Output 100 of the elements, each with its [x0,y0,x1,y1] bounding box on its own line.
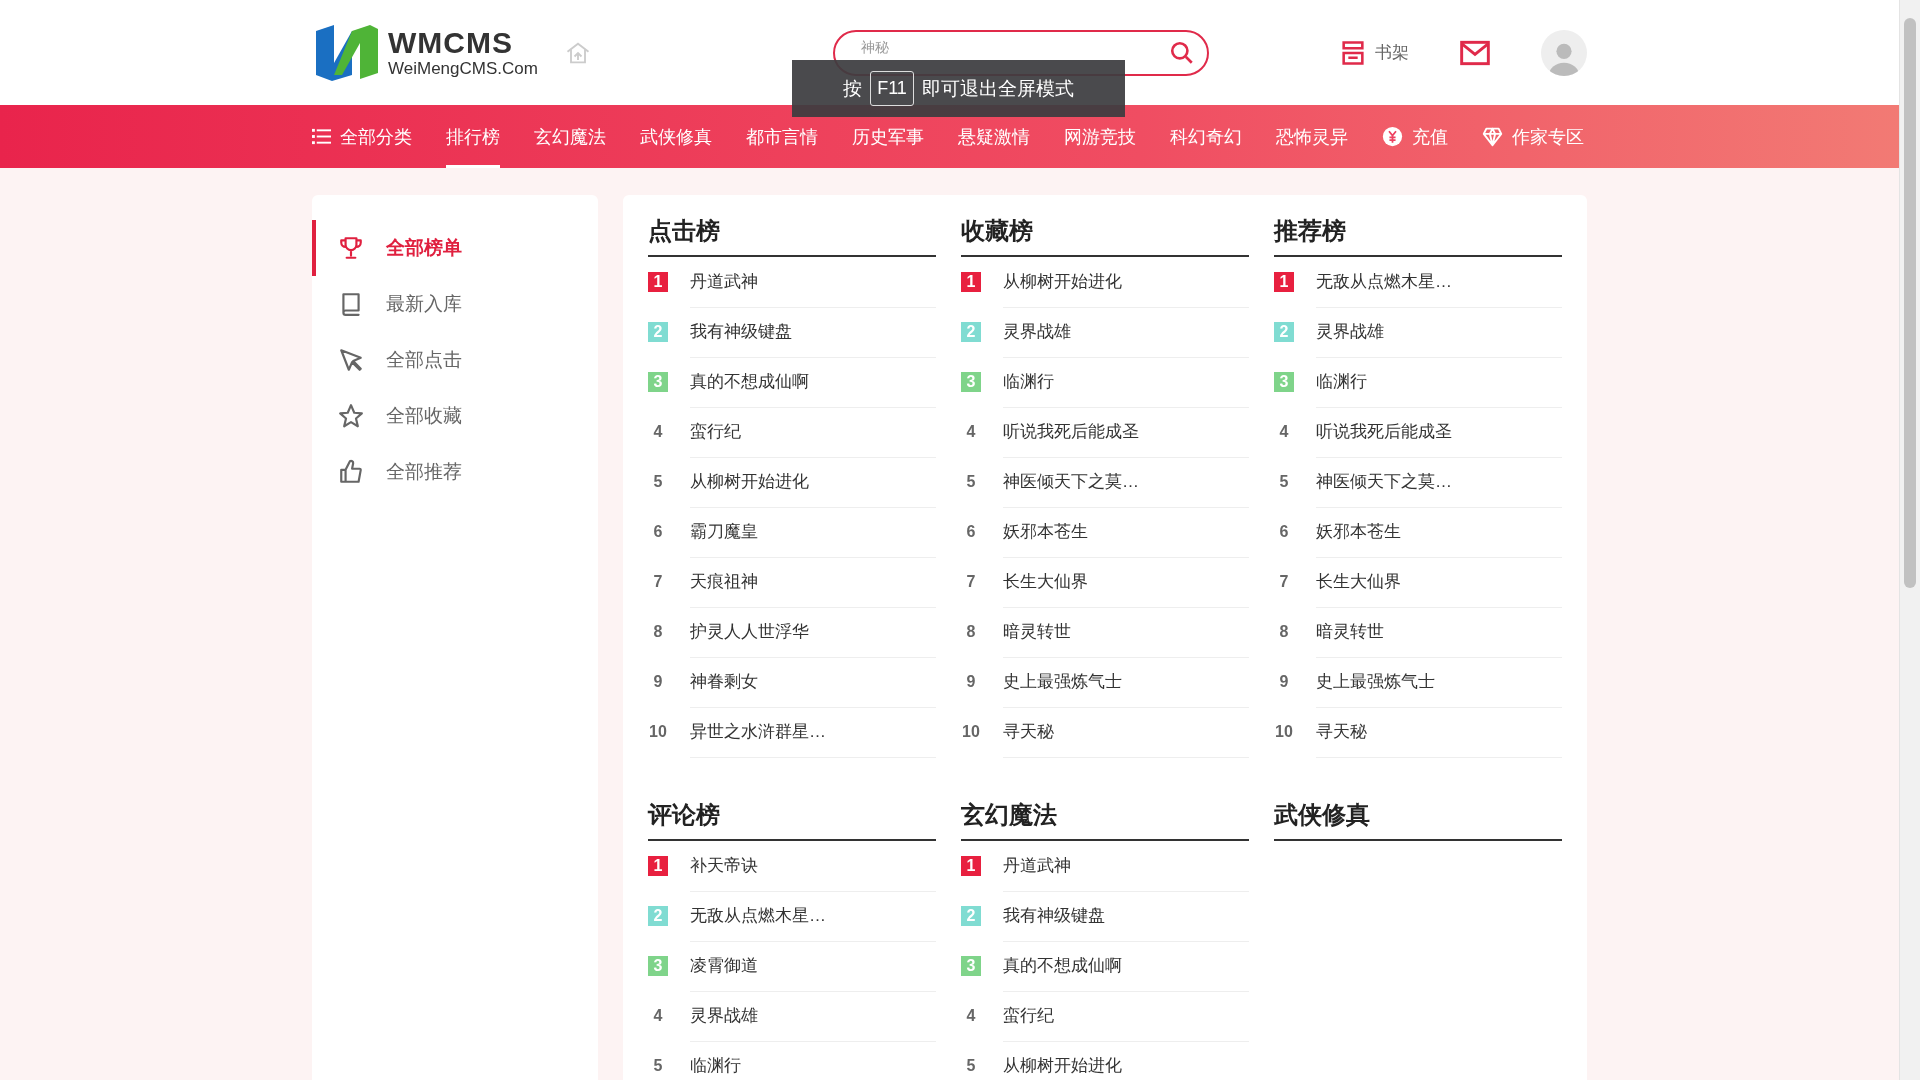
key-label: F11 [870,71,914,106]
rank-number: 6 [965,522,977,542]
sidebar-item[interactable]: 最新入库 [312,276,598,332]
rank-number: 7 [652,572,664,592]
book-title-link[interactable]: 蛮行纪 [1003,990,1249,1042]
nav-link[interactable]: 全部分类 [312,105,412,168]
sidebar-item[interactable]: 全部点击 [312,332,598,388]
rank-number: 1 [961,272,981,292]
book-title-link[interactable]: 真的不想成仙啊 [690,356,936,408]
nav-link[interactable]: 玄幻魔法 [534,105,606,168]
rank-number: 3 [961,372,981,392]
book-title-link[interactable]: 神医倾天下之莫… [1316,456,1562,508]
book-title-link[interactable]: 丹道武神 [1003,840,1249,892]
nav-link[interactable]: 都市言情 [746,105,818,168]
rank-number: 5 [965,472,977,492]
trophy-icon [338,235,364,261]
rank-number: 4 [965,422,977,442]
book-title-link[interactable]: 我有神级键盘 [690,306,936,358]
yen-coin-icon [1382,126,1403,147]
book-title-link[interactable]: 凌霄御道 [690,940,936,992]
rank-number: 1 [961,856,981,876]
book-title-link[interactable]: 长生大仙界 [1003,556,1249,608]
rank-number: 4 [965,1006,977,1026]
rank-number: 7 [1278,572,1290,592]
book-title-link[interactable]: 异世之水浒群星… [690,706,936,758]
book-title-link[interactable]: 霸刀魔皇 [690,506,936,558]
diamond-icon [1482,126,1503,147]
rank-number: 5 [652,1056,664,1076]
book-title-link[interactable]: 从柳树开始进化 [1003,1040,1249,1080]
book-title-link[interactable]: 从柳树开始进化 [1003,256,1249,308]
sidebar-item[interactable]: 全部收藏 [312,388,598,444]
rank-number: 5 [1278,472,1290,492]
book-title-link[interactable]: 护灵人人世浮华 [690,606,936,658]
rank-number: 4 [652,1006,664,1026]
rank-number: 9 [652,672,664,692]
book-title-link[interactable]: 灵界战雄 [1003,306,1249,358]
book-title-link[interactable]: 丹道武神 [690,256,936,308]
rank-number: 4 [652,422,664,442]
logo-domain: WeiMengCMS.Com [388,58,538,79]
book-title-link[interactable]: 临渊行 [690,1040,936,1080]
section-title: 收藏榜 [961,215,1249,257]
book-title-link[interactable]: 无敌从点燃木星… [1316,256,1562,308]
rank-number: 2 [648,906,668,926]
book-title-link[interactable]: 天痕祖神 [690,556,936,608]
nav-link[interactable]: 武侠修真 [640,105,712,168]
rank-number: 9 [965,672,977,692]
book-title-link[interactable]: 寻天秘 [1316,706,1562,758]
book-title-link[interactable]: 神眷剩女 [690,656,936,708]
book-title-link[interactable]: 寻天秘 [1003,706,1249,758]
book-title-link[interactable]: 史上最强炼气士 [1316,656,1562,708]
rank-number: 1 [1274,272,1294,292]
rank-number: 6 [652,522,664,542]
nav-link[interactable]: 排行榜 [446,105,500,168]
book-title-link[interactable]: 长生大仙界 [1316,556,1562,608]
rank-number: 3 [961,956,981,976]
book-title-link[interactable]: 我有神级键盘 [1003,890,1249,942]
book-title-link[interactable]: 补天帝诀 [690,840,936,892]
book-title-link[interactable]: 真的不想成仙啊 [1003,940,1249,992]
sidebar-item[interactable]: 全部推荐 [312,444,598,500]
rank-number: 8 [1278,622,1290,642]
section-title: 评论榜 [648,799,936,841]
rank-number: 5 [652,472,664,492]
book-title-link[interactable]: 灵界战雄 [1316,306,1562,358]
book-title-link[interactable]: 临渊行 [1316,356,1562,408]
sidebar-item[interactable]: 全部榜单 [312,220,598,276]
book-title-link[interactable]: 史上最强炼气士 [1003,656,1249,708]
book-title-link[interactable]: 无敌从点燃木星… [690,890,936,942]
book-title-link[interactable]: 神医倾天下之莫… [1003,456,1249,508]
book-title-link[interactable]: 妖邪本苍生 [1316,506,1562,558]
rank-number: 2 [961,906,981,926]
book-title-link[interactable]: 从柳树开始进化 [690,456,936,508]
bookshelf-link[interactable]: 书架 [1339,38,1409,67]
rank-number: 10 [1274,722,1294,742]
book-title-link[interactable]: 暗灵转世 [1316,606,1562,658]
section-title: 武侠修真 [1274,799,1562,841]
scrollbar[interactable] [1899,0,1920,1080]
book-title-link[interactable]: 听说我死后能成圣 [1003,406,1249,458]
book-title-link[interactable]: 蛮行纪 [690,406,936,458]
section-title: 点击榜 [648,215,936,257]
rank-number: 8 [965,622,977,642]
rank-number: 8 [652,622,664,642]
rank-number: 2 [961,322,981,342]
notice-text: 按 [843,76,863,101]
rank-number: 6 [1278,522,1290,542]
star-icon [338,403,364,429]
thumbs-up-icon [338,459,364,485]
rank-number: 10 [648,722,668,742]
cursor-icon [338,347,364,373]
avatar[interactable] [1541,29,1587,76]
bookshelf-icon [1339,38,1367,67]
book-title-link[interactable]: 灵界战雄 [690,990,936,1042]
book-title-link[interactable]: 妖邪本苍生 [1003,506,1249,558]
logo-wordmark: WMCMS [388,26,514,59]
menu-icon [312,127,331,146]
book-title-link[interactable]: 临渊行 [1003,356,1249,408]
rank-number: 5 [965,1056,977,1076]
rank-number: 2 [648,322,668,342]
book-title-link[interactable]: 暗灵转世 [1003,606,1249,658]
search-icon[interactable] [1169,39,1195,66]
book-title-link[interactable]: 听说我死后能成圣 [1316,406,1562,458]
